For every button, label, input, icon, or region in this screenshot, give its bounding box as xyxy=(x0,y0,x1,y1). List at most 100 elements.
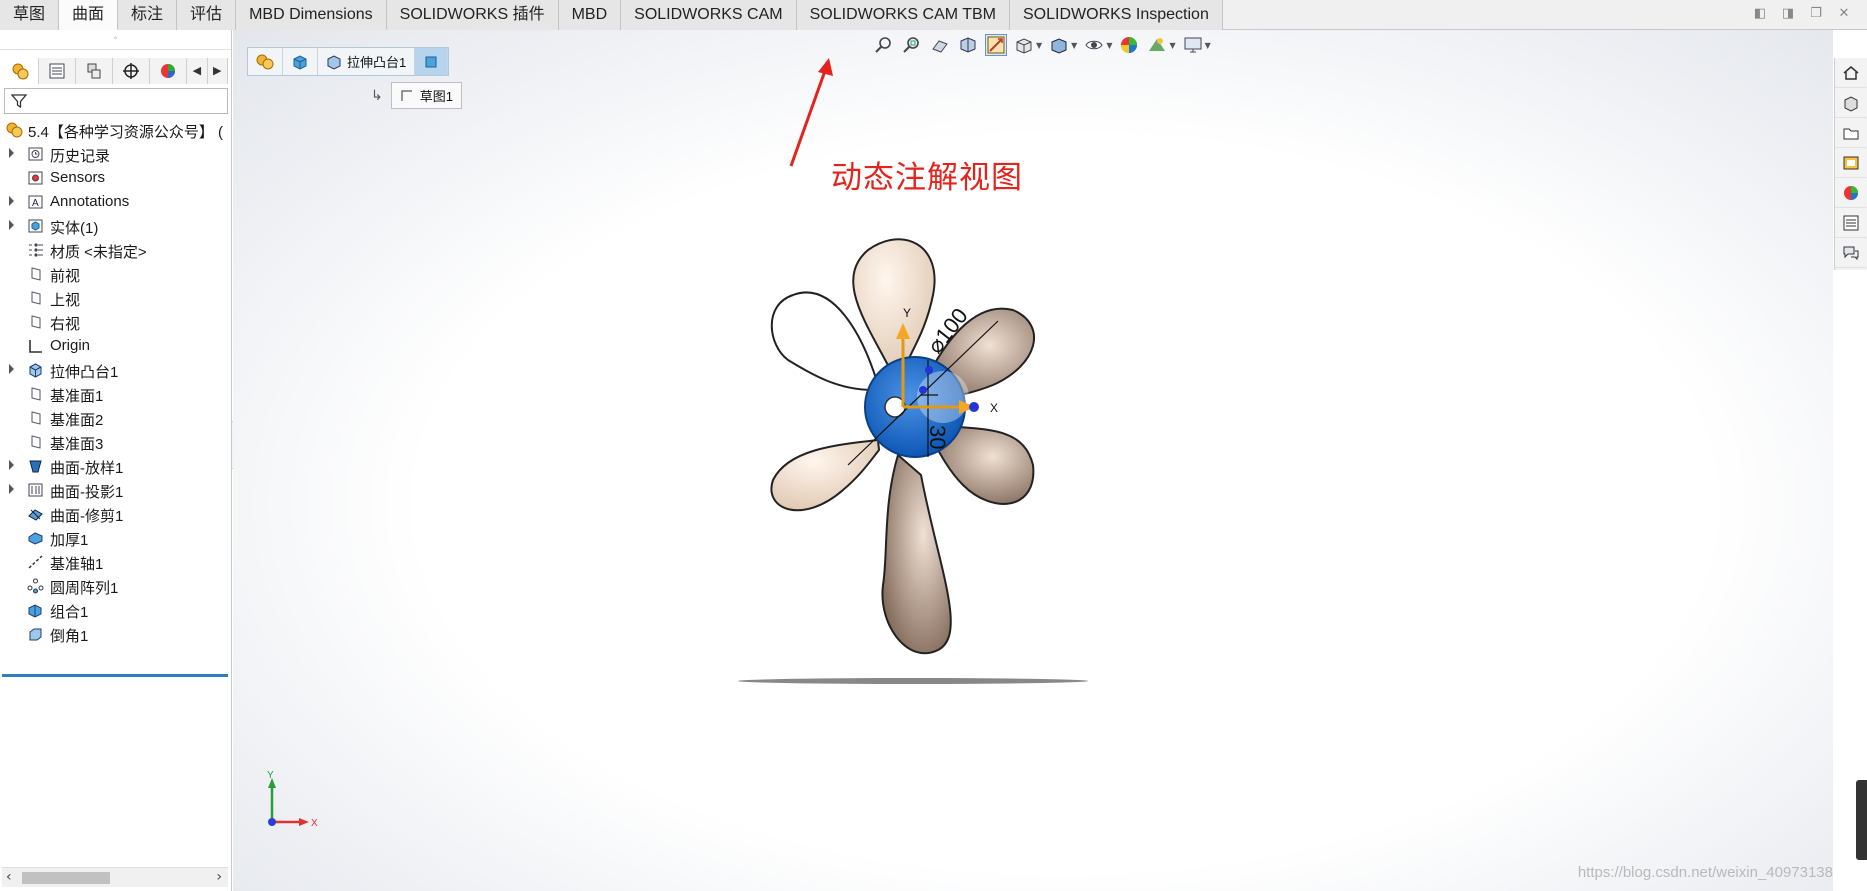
scroll-right-icon[interactable]: › xyxy=(216,869,222,885)
expand-arrow-icon[interactable] xyxy=(9,364,14,374)
tree-item-label: 基准轴1 xyxy=(50,556,104,573)
restore-left-icon[interactable]: ◧ xyxy=(1751,6,1769,22)
tree-item[interactable]: 实体(1) xyxy=(0,214,231,238)
command-tab[interactable]: MBD Dimensions xyxy=(236,0,387,30)
breadcrumb-face[interactable] xyxy=(415,48,449,75)
expand-arrow-icon[interactable] xyxy=(9,460,14,470)
command-tab[interactable]: SOLIDWORKS 插件 xyxy=(386,0,559,30)
heads-up-view-toolbar: ▼ ▼ ▼ ▼ ▼ xyxy=(873,30,1211,60)
dynamic-annotation-views-icon[interactable] xyxy=(985,34,1007,56)
file-explorer-icon[interactable] xyxy=(1835,118,1866,148)
close-icon[interactable]: ✕ xyxy=(1835,6,1853,22)
display-style-icon[interactable] xyxy=(1048,34,1070,56)
breadcrumb-feature[interactable]: 拉伸凸台1 xyxy=(318,48,416,75)
view-settings-icon[interactable] xyxy=(1182,34,1204,56)
restore-right-icon[interactable]: ◨ xyxy=(1779,6,1797,22)
command-tab[interactable]: SOLIDWORKS CAM TBM xyxy=(796,0,1010,30)
chevron-down-icon[interactable]: ▼ xyxy=(1036,41,1042,50)
command-tab[interactable]: 草图 xyxy=(0,0,60,30)
breadcrumb-part[interactable] xyxy=(248,48,283,75)
tree-root-label: 5.4【各种学习资源公众号】 ( xyxy=(28,124,224,141)
plane-icon xyxy=(27,290,44,306)
tabs-scroll-right-icon[interactable]: ▶ xyxy=(207,58,228,84)
command-tab[interactable]: 曲面 xyxy=(59,0,119,30)
featuremanager-icon[interactable] xyxy=(2,58,40,84)
tree-item[interactable]: 拉伸凸台1 xyxy=(0,358,231,382)
command-tab[interactable]: SOLIDWORKS CAM xyxy=(621,0,797,30)
depth-dimension[interactable]: 30 xyxy=(925,425,950,449)
zoom-to-fit-icon[interactable] xyxy=(873,34,895,56)
propertymanager-icon[interactable] xyxy=(39,58,77,84)
tree-item-label: Annotations xyxy=(50,193,130,210)
view-palette-icon[interactable] xyxy=(1835,148,1866,178)
tree-item[interactable]: 圆周阵列1 xyxy=(0,574,231,598)
expand-arrow-icon[interactable] xyxy=(9,220,14,230)
tabs-scroll-left-icon[interactable]: ◀ xyxy=(187,58,208,84)
tree-filter-input[interactable] xyxy=(4,88,228,114)
tree-item[interactable]: 基准面2 xyxy=(0,406,231,430)
maximize-icon[interactable]: ❐ xyxy=(1807,6,1825,22)
tree-item-label: Origin xyxy=(50,337,91,354)
edit-appearance-icon[interactable] xyxy=(1118,34,1140,56)
tree-item[interactable]: 基准面1 xyxy=(0,382,231,406)
breadcrumb-feature-label: 拉伸凸台1 xyxy=(347,55,407,70)
expand-arrow-icon[interactable] xyxy=(9,196,14,206)
breadcrumb-sketch[interactable]: 草图1 xyxy=(390,82,462,109)
dimxpert-icon[interactable] xyxy=(113,58,151,84)
home-icon[interactable] xyxy=(1835,58,1866,88)
chevron-down-icon[interactable]: ▼ xyxy=(1106,41,1112,50)
command-tab[interactable]: MBD xyxy=(558,0,622,30)
previous-view-icon[interactable] xyxy=(929,34,951,56)
scroll-left-icon[interactable]: ‹ xyxy=(6,869,12,885)
tree-root-part[interactable]: 5.4【各种学习资源公众号】 ( xyxy=(0,118,231,142)
tree-item[interactable]: 材质 <未指定> xyxy=(0,238,231,262)
tree-item[interactable]: 上视 xyxy=(0,286,231,310)
tree-item[interactable]: 组合1 xyxy=(0,598,231,622)
breadcrumb-body[interactable] xyxy=(283,48,318,75)
chevron-down-icon[interactable]: ▼ xyxy=(1205,41,1211,50)
apply-scene-icon[interactable] xyxy=(1146,34,1168,56)
tree-item[interactable]: 曲面-投影1 xyxy=(0,478,231,502)
fan-model[interactable]: ⌀100 30 Y X xyxy=(693,225,1123,695)
expand-arrow-icon[interactable] xyxy=(9,484,14,494)
tree-item[interactable]: Sensors xyxy=(0,166,231,190)
rollback-bar[interactable] xyxy=(2,674,228,677)
tree-item[interactable]: Origin xyxy=(0,334,231,358)
tree-item[interactable]: 倒角1 xyxy=(0,622,231,646)
command-tab[interactable]: 标注 xyxy=(118,0,178,30)
chevron-down-icon[interactable]: ▼ xyxy=(1169,41,1175,50)
command-tab[interactable]: 评估 xyxy=(177,0,237,30)
tree-horizontal-scrollbar[interactable]: ‹ › xyxy=(2,867,228,887)
forum-icon[interactable] xyxy=(1835,238,1866,268)
view-orientation-icon[interactable] xyxy=(1013,34,1035,56)
display-manager-icon[interactable] xyxy=(150,58,188,84)
chevron-down-icon[interactable]: ▼ xyxy=(1071,41,1077,50)
appearances-icon[interactable] xyxy=(1835,178,1866,208)
tree-item[interactable]: 历史记录 xyxy=(0,142,231,166)
configurationmanager-icon[interactable] xyxy=(76,58,114,84)
tree-item[interactable]: 曲面-放样1 xyxy=(0,454,231,478)
tree-item[interactable]: 右视 xyxy=(0,310,231,334)
zoom-to-area-icon[interactable] xyxy=(901,34,923,56)
panel-grip[interactable]: ◦ xyxy=(0,30,231,50)
triad-y-label: Y xyxy=(267,770,274,781)
feature-tree: 5.4【各种学习资源公众号】 ( 历史记录 Sensors A Annotations… xyxy=(0,118,231,646)
tree-item[interactable]: 曲面-修剪1 xyxy=(0,502,231,526)
section-view-icon[interactable] xyxy=(957,34,979,56)
custom-properties-icon[interactable] xyxy=(1835,208,1866,238)
command-manager-tab-bar: 草图 曲面 标注 评估 MBD Dimensions SOLIDWORKS 插件 MBD SO… xyxy=(0,0,1867,30)
tree-item[interactable]: A Annotations xyxy=(0,190,231,214)
tree-item[interactable]: 基准轴1 xyxy=(0,550,231,574)
tree-item[interactable]: 加厚1 xyxy=(0,526,231,550)
sensor-icon xyxy=(27,170,44,186)
tree-item[interactable]: 基准面3 xyxy=(0,430,231,454)
coordinate-triad: Y X xyxy=(267,770,318,829)
design-library-icon[interactable] xyxy=(1835,88,1866,118)
hide-show-items-icon[interactable] xyxy=(1083,34,1105,56)
plane-icon xyxy=(27,314,44,330)
tree-item[interactable]: 前视 xyxy=(0,262,231,286)
expand-arrow-icon[interactable] xyxy=(9,148,14,158)
scroll-thumb[interactable] xyxy=(22,872,110,884)
command-tab[interactable]: SOLIDWORKS Inspection xyxy=(1010,0,1223,30)
graphics-area[interactable]: 拉伸凸台1 ↳ 草图1 ▼ ▼ ▼ ▼ ▼ 动态注解视图 ⌀100 30 Y X… xyxy=(233,30,1833,891)
